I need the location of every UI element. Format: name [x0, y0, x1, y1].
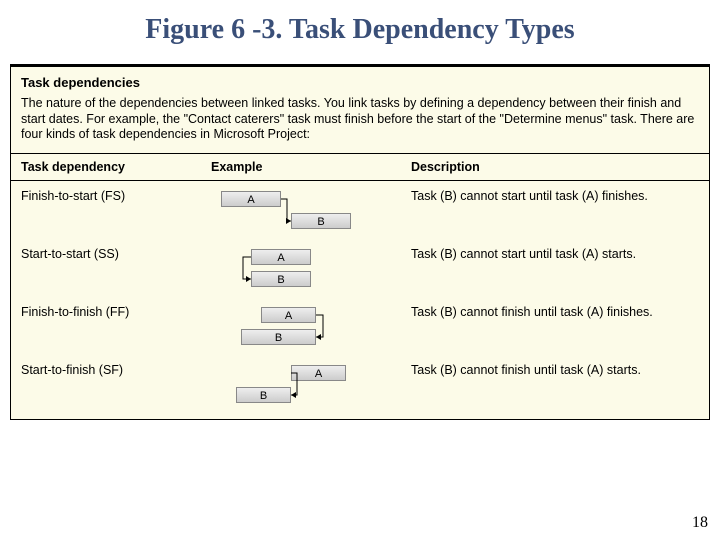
col-header-description: Description: [401, 154, 709, 181]
bar-b: B: [236, 387, 291, 403]
dep-example: A B: [201, 180, 401, 239]
table-row: Finish-to-finish (FF) A B Task (B) canno…: [11, 297, 709, 355]
bar-b: B: [251, 271, 311, 287]
diagram-ss: A B: [211, 247, 371, 289]
dep-desc: Task (B) cannot start until task (A) fin…: [401, 180, 709, 239]
table-row: Finish-to-start (FS) A B Task (B) cannot…: [11, 180, 709, 239]
dep-desc: Task (B) cannot finish until task (A) fi…: [401, 297, 709, 355]
dep-example: A B: [201, 297, 401, 355]
slide: Figure 6 -3. Task Dependency Types Task …: [0, 0, 720, 540]
section-heading: Task dependencies: [11, 67, 709, 94]
bar-b: B: [291, 213, 351, 229]
dep-name: Finish-to-start (FS): [11, 180, 201, 239]
dependency-table: Task dependency Example Description Fini…: [11, 154, 709, 413]
dep-name: Finish-to-finish (FF): [11, 297, 201, 355]
dep-desc: Task (B) cannot finish until task (A) st…: [401, 355, 709, 413]
bar-a: A: [251, 249, 311, 265]
intro-text: The nature of the dependencies between l…: [11, 94, 709, 149]
dep-desc-text: Task (B) cannot start until task (A) sta…: [411, 247, 691, 261]
col-header-example: Example: [201, 154, 401, 181]
dep-desc-text: Task (B) cannot finish until task (A) fi…: [411, 305, 691, 319]
bar-a: A: [261, 307, 316, 323]
content-panel: Task dependencies The nature of the depe…: [10, 64, 710, 420]
page-number: 18: [692, 514, 708, 532]
dep-desc: Task (B) cannot start until task (A) sta…: [401, 239, 709, 297]
diagram-fs: A B: [211, 189, 371, 231]
table-row: Start-to-finish (SF) A B Task (B) cannot…: [11, 355, 709, 413]
diagram-sf: A B: [211, 363, 371, 405]
bar-a: A: [221, 191, 281, 207]
table-header-row: Task dependency Example Description: [11, 154, 709, 181]
table-row: Start-to-start (SS) A B Task (B) cannot …: [11, 239, 709, 297]
dep-name: Start-to-finish (SF): [11, 355, 201, 413]
diagram-ff: A B: [211, 305, 371, 347]
dep-desc-text: Task (B) cannot start until task (A) fin…: [411, 189, 691, 203]
page-title: Figure 6 -3. Task Dependency Types: [0, 0, 720, 56]
dep-name: Start-to-start (SS): [11, 239, 201, 297]
bar-a: A: [291, 365, 346, 381]
dep-example: A B: [201, 355, 401, 413]
bar-b: B: [241, 329, 316, 345]
col-header-dependency: Task dependency: [11, 154, 201, 181]
dep-example: A B: [201, 239, 401, 297]
dep-desc-text: Task (B) cannot finish until task (A) st…: [411, 363, 691, 377]
